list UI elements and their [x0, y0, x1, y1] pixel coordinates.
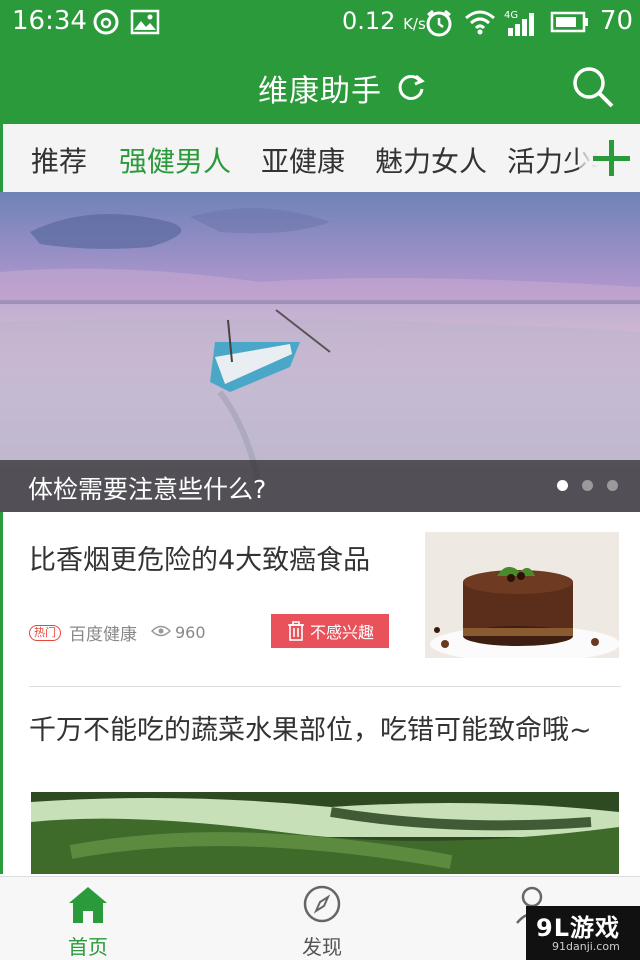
battery-icon: [550, 8, 590, 40]
tab-strong-men[interactable]: 强健男人: [119, 140, 231, 180]
battery-level: 70: [600, 6, 634, 36]
article-thumbnail[interactable]: [425, 532, 619, 658]
status-time: 16:34: [12, 6, 87, 36]
search-icon[interactable]: [570, 64, 616, 114]
plus-icon: [593, 140, 630, 176]
refresh-icon[interactable]: [396, 72, 426, 106]
alarm-icon: [424, 8, 454, 42]
hot-badge: 热门: [29, 624, 61, 641]
wifi-icon: [464, 8, 496, 40]
carousel-dot: [582, 480, 593, 491]
trash-icon: [287, 621, 304, 641]
app-bar: 维康助手: [0, 44, 640, 124]
view-count: 960: [175, 623, 206, 642]
watermark-brand: 9L游戏: [536, 914, 620, 942]
home-icon: [69, 887, 107, 923]
svg-text:4G: 4G: [504, 10, 518, 21]
network-speed: 0.12 K/s: [342, 7, 426, 35]
image-icon: [130, 8, 160, 40]
compass-icon: [303, 885, 341, 923]
carousel-dot: [557, 480, 568, 491]
nav-home[interactable]: 首页: [38, 883, 138, 960]
add-category-button[interactable]: [579, 124, 640, 192]
carousel-indicator: [557, 480, 618, 491]
status-bar: 16:34 0.12 K/s 4G 70: [0, 0, 640, 44]
cake-image: [425, 532, 619, 658]
tab-charming-women[interactable]: 魅力女人: [375, 140, 487, 180]
tab-recommend[interactable]: 推荐: [31, 140, 87, 180]
nav-discover-label: 发现: [302, 935, 342, 959]
article-meta: 热门 百度健康 960: [29, 620, 206, 645]
watermark-domain: 91danji.com: [552, 940, 620, 953]
article-title[interactable]: 比香烟更危险的4大致癌食品: [29, 542, 399, 580]
article-source: 百度健康: [69, 625, 137, 645]
netease-music-icon: [92, 8, 120, 40]
article-title[interactable]: 千万不能吃的蔬菜水果部位，吃错可能致命哦~: [29, 712, 629, 750]
carousel-dot: [607, 480, 618, 491]
not-interested-button[interactable]: 不感兴趣: [271, 614, 389, 648]
article-feed: 比香烟更危险的4大致癌食品 热门 百度健康 960 不感兴趣 千万不能吃的蔬菜水…: [0, 512, 640, 874]
eye-icon: [150, 623, 172, 642]
vegetable-image: [31, 792, 619, 874]
category-tabs: 推荐 强健男人 亚健康 魅力女人 活力少年: [0, 124, 640, 192]
banner-carousel[interactable]: 体检需要注意些什么?: [0, 192, 640, 512]
nav-home-label: 首页: [68, 935, 108, 959]
article-image[interactable]: [31, 792, 619, 874]
nav-discover[interactable]: 发现: [272, 883, 372, 960]
article-divider: [29, 686, 621, 687]
tab-sub-health[interactable]: 亚健康: [261, 140, 345, 180]
not-interested-label: 不感兴趣: [309, 623, 374, 642]
banner-caption[interactable]: 体检需要注意些什么?: [28, 470, 266, 506]
4g-signal-icon: 4G: [504, 8, 540, 42]
banner-caption-bar: 体检需要注意些什么?: [0, 460, 640, 512]
app-title: 维康助手: [258, 74, 382, 109]
site-watermark: 9L游戏 91danji.com: [526, 906, 640, 960]
